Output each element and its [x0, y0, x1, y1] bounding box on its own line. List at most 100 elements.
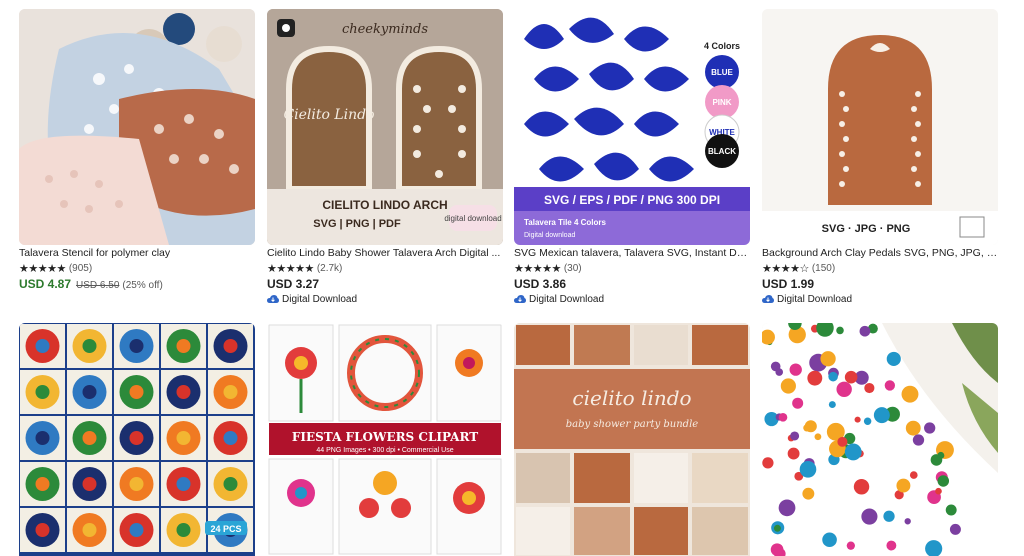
colors-label: 4 Colors: [704, 41, 740, 51]
embroidery-flower: [803, 424, 811, 432]
cloud-download-icon: [762, 295, 774, 303]
tile-flower-center: [176, 477, 191, 491]
pcs-label: 24 PCS: [210, 524, 241, 534]
embroidery-flower: [883, 510, 895, 522]
tile-flower-center: [223, 477, 238, 491]
tile-flower-center: [223, 339, 238, 353]
color-blue: BLUE: [711, 68, 733, 77]
listing-image[interactable]: 24 PCS: [19, 323, 255, 556]
embroidery-flower: [863, 417, 872, 425]
embroidery-flower: [909, 471, 918, 479]
embroidery-flower: [822, 532, 837, 548]
tile-flower-center: [82, 385, 97, 399]
rating: ★★★★★ (30): [514, 263, 582, 275]
sub-text: Talavera Tile 4 Colors: [524, 218, 607, 227]
embroidery-flower: [820, 351, 836, 367]
tile-flower-center: [129, 385, 144, 399]
embroidery-flower: [945, 504, 957, 516]
embroidery-flower: [790, 431, 800, 441]
embroidery-flower: [854, 416, 861, 423]
price: USD 4.87 USD 6.50 (25% off): [19, 277, 163, 291]
listing-title[interactable]: Talavera Stencil for polymer clay: [19, 247, 255, 259]
embroidery-flower: [886, 351, 901, 366]
embroidery-flower: [884, 380, 895, 391]
rating: ★★★★☆ (150): [762, 263, 835, 275]
sub-text: 44 PNG Images • 300 dpi • Commercial Use: [316, 447, 453, 454]
listing-title[interactable]: Cielito Lindo Baby Shower Talavera Arch …: [267, 247, 503, 259]
color-black: BLACK: [708, 147, 736, 156]
tile-flower-center: [129, 431, 144, 445]
rating: ★★★★★ (905): [19, 263, 92, 275]
digital-download-badge: Digital Download: [762, 294, 852, 305]
embroidery-flower: [836, 381, 852, 397]
price: USD 3.86: [514, 277, 567, 291]
embroidery-flower: [905, 420, 921, 436]
tile-flower-center: [82, 477, 97, 491]
review-count: (150): [811, 263, 836, 274]
listing-title[interactable]: SVG Mexican talavera, Talavera SVG, Inst…: [514, 247, 750, 259]
brand-text: cheekyminds: [342, 22, 428, 37]
embroidery-flower: [844, 443, 862, 461]
price: USD 1.99: [762, 277, 815, 291]
sale-price: USD 4.87: [19, 277, 72, 291]
cloud-download-icon: [514, 295, 526, 303]
digital-download-badge: Digital Download: [514, 294, 604, 305]
embroidery-flower: [853, 479, 870, 495]
embroidery-flower: [789, 363, 802, 376]
tile-flower-center: [176, 431, 191, 445]
embroidery-flower: [792, 397, 804, 409]
tile-flower-center: [82, 339, 97, 353]
badge-label: Digital Download: [777, 294, 853, 305]
embroidery-flower: [828, 401, 836, 409]
discount: (25% off): [122, 280, 163, 291]
embroidery-flower: [773, 524, 781, 532]
embroidery-flower: [814, 433, 822, 441]
tile-flower-center: [176, 385, 191, 399]
rating: ★★★★★ (2.7k): [267, 263, 342, 275]
embroidery-flower: [836, 326, 844, 335]
tile-flower-center: [82, 431, 97, 445]
embroidery-flower: [937, 475, 950, 487]
embroidery-flower: [802, 487, 815, 500]
listing-image[interactable]: FIESTA FLOWERS CLIPART 44 PNG Images • 3…: [267, 323, 503, 556]
embroidery-flower: [844, 370, 858, 384]
tile-flower-center: [223, 385, 238, 399]
badge-label: Digital Download: [529, 294, 605, 305]
tile-flower-center: [176, 523, 191, 537]
listing-title[interactable]: Background Arch Clay Pedals SVG, PNG, JP…: [762, 247, 998, 259]
embroidery-flower: [886, 540, 897, 551]
tile-flower-center: [35, 477, 50, 491]
embroidery-flower: [912, 434, 925, 446]
listing-image[interactable]: cielito lindo baby shower party bundle: [514, 323, 750, 556]
listing-image[interactable]: [19, 9, 255, 245]
embroidery-flower: [873, 407, 890, 424]
embroidery-flower: [864, 382, 875, 394]
heading-text: CIELITO LINDO ARCH: [322, 198, 447, 212]
embroidery-flower: [901, 385, 919, 403]
embroidery-flower: [949, 523, 961, 535]
embroidery-flower: [828, 371, 838, 382]
star-rating-icon: ★★★★★: [19, 263, 66, 275]
embroidery-flower: [787, 447, 800, 460]
tile-flower-center: [129, 339, 144, 353]
review-count: (2.7k): [316, 263, 343, 274]
listing-image[interactable]: SVG · JPG · PNG: [762, 9, 998, 245]
price: USD 3.27: [267, 277, 320, 291]
listing-image[interactable]: [762, 323, 998, 556]
embroidery-flower: [896, 478, 911, 493]
tile-flower-center: [129, 477, 144, 491]
sub-text: baby shower party bundle: [566, 419, 698, 430]
embroidery-flower: [937, 451, 945, 459]
tile-flower-center: [82, 523, 97, 537]
embroidery-flower: [778, 413, 788, 422]
tile-flower-center: [223, 431, 238, 445]
listing-image[interactable]: cheekyminds Cielito Lindo CIELITO LINDO …: [267, 9, 503, 245]
tile-flower-center: [35, 385, 50, 399]
embroidery-flower: [837, 436, 848, 447]
listing-image[interactable]: 4 Colors BLUE PINK WHITE BLACK SVG / EPS…: [514, 9, 750, 245]
embroidery-flower: [935, 487, 942, 495]
embroidery-flower: [807, 370, 823, 386]
embroidery-flower: [780, 378, 796, 394]
embroidery-flower: [904, 518, 911, 525]
script-text: cielito lindo: [572, 386, 691, 410]
